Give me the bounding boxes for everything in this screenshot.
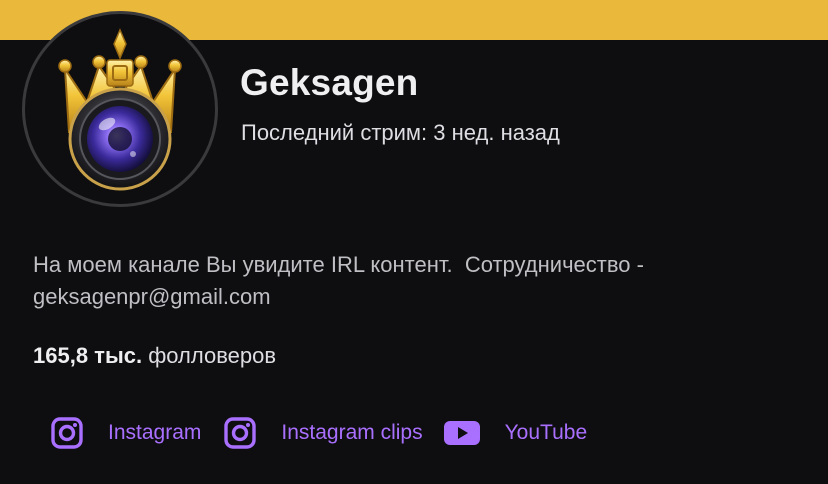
youtube-link-label: YouTube [504, 421, 588, 444]
instagram-clips-link-label: Instagram clips [281, 421, 423, 444]
channel-bio: На моем канале Вы увидите IRL контент. С… [33, 249, 813, 313]
instagram-icon [50, 416, 84, 450]
instagram-link[interactable]: Instagram [50, 416, 201, 450]
instagram-icon [223, 416, 257, 450]
followers-label: фолловеров [148, 343, 277, 368]
channel-avatar[interactable] [22, 11, 218, 207]
crowned-camera-lens-icon [58, 28, 182, 191]
bio-line-1: На моем канале Вы увидите IRL контент. С… [33, 252, 644, 277]
followers-number: 165,8 тыс. [33, 343, 143, 368]
instagram-clips-link[interactable]: Instagram clips [223, 416, 423, 450]
youtube-link[interactable]: YouTube [443, 419, 588, 447]
youtube-icon [443, 419, 481, 447]
followers-count: 165,8 тыс. фолловеров [33, 343, 276, 369]
bio-line-2: geksagenpr@gmail.com [33, 284, 271, 309]
social-links: Instagram Instagram clips YouTube [50, 414, 587, 452]
channel-name: Geksagen [240, 62, 419, 103]
instagram-link-label: Instagram [108, 421, 202, 444]
last-stream-info: Последний стрим: 3 нед. назад [241, 120, 560, 145]
